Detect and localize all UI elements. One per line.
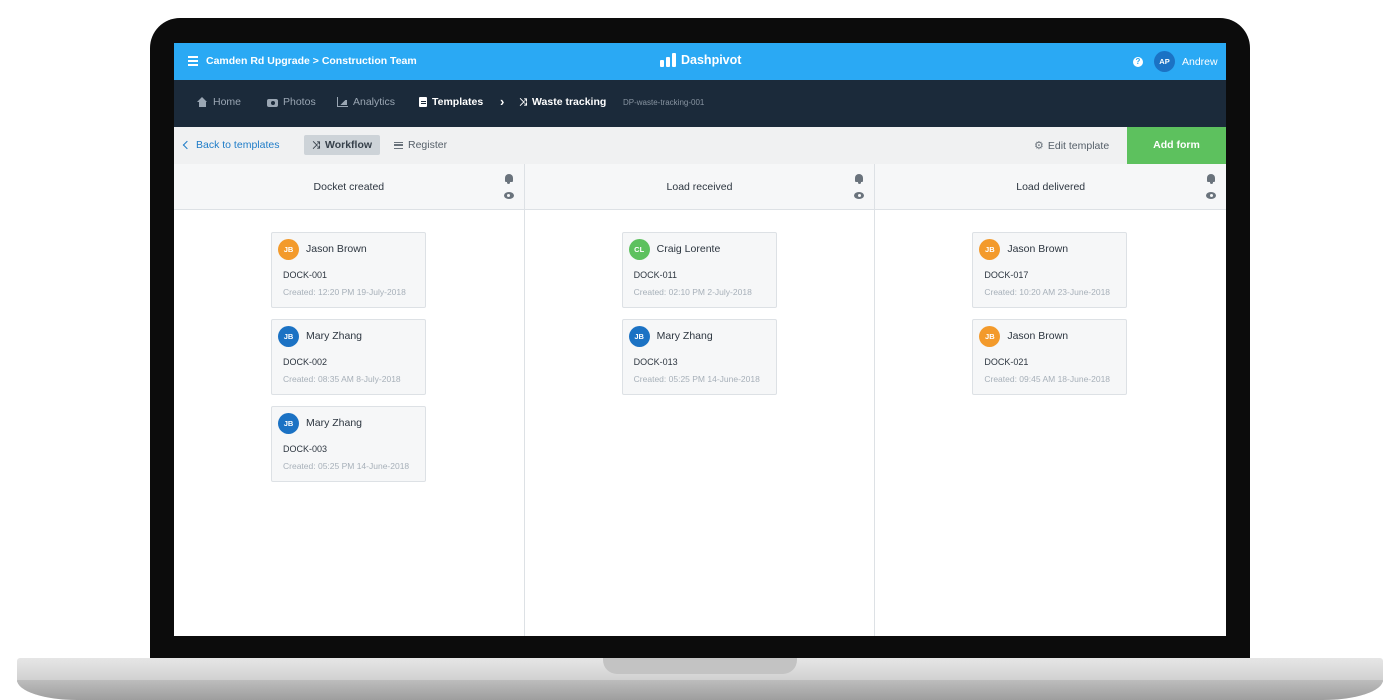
laptop-notch bbox=[603, 658, 797, 674]
docket-card[interactable]: JB Mary Zhang DOCK-003 Created: 05:25 PM 14… bbox=[271, 406, 426, 482]
back-link-label: Back to templates bbox=[196, 139, 280, 151]
template-id: DP-waste-tracking-001 bbox=[623, 98, 705, 107]
tab-label: Register bbox=[408, 139, 448, 151]
gear-icon: ⚙ bbox=[1034, 140, 1044, 152]
created-timestamp: Created: 10:20 AM 23-June-2018 bbox=[984, 287, 1111, 297]
document-icon bbox=[419, 97, 427, 107]
card-user-name: Jason Brown bbox=[306, 243, 367, 255]
project-title[interactable]: Camden Rd Upgrade > Construction Team bbox=[206, 55, 417, 67]
tab-label: Workflow bbox=[325, 139, 373, 151]
card-user-name: Mary Zhang bbox=[306, 417, 363, 429]
created-timestamp: Created: 05:25 PM 14-June-2018 bbox=[633, 374, 760, 384]
help-icon[interactable]: ? bbox=[1133, 57, 1143, 67]
top-bar: Camden Rd Upgrade > Construction Team Da… bbox=[174, 43, 1226, 80]
docket-id: DOCK-011 bbox=[633, 270, 678, 280]
docket-card[interactable]: JB Jason Brown DOCK-021 Created: 09:45 AM 1… bbox=[972, 319, 1128, 395]
eye-icon[interactable] bbox=[503, 192, 514, 199]
chevron-right-icon: › bbox=[500, 94, 505, 109]
avatar: JB bbox=[979, 239, 1001, 260]
card-user-name: Mary Zhang bbox=[656, 330, 713, 342]
docket-id: DOCK-021 bbox=[984, 357, 1029, 367]
add-form-button[interactable]: Add form bbox=[1127, 127, 1226, 164]
tab-register[interactable]: Register bbox=[394, 139, 447, 151]
shuffle-icon: ⤨ bbox=[312, 139, 320, 151]
brand-name: Dashpivot bbox=[681, 53, 742, 67]
docket-id: DOCK-002 bbox=[283, 357, 328, 367]
docket-card[interactable]: JB Jason Brown DOCK-017 Created: 10:20 AM 2… bbox=[972, 232, 1128, 308]
avatar: JB bbox=[979, 326, 1001, 347]
avatar: JB bbox=[628, 326, 650, 347]
toolbar: Back to templates ⤨ Workflow Register ⚙ … bbox=[174, 127, 1226, 164]
tab-workflow[interactable]: ⤨ Workflow bbox=[304, 135, 381, 155]
app-screen: Camden Rd Upgrade > Construction Team Da… bbox=[174, 43, 1226, 636]
bell-icon[interactable] bbox=[855, 174, 864, 184]
avatar: JB bbox=[278, 413, 299, 434]
avatar: JB bbox=[278, 239, 299, 260]
breadcrumb-separator: › bbox=[500, 94, 504, 109]
card-list: JB Jason Brown DOCK-001 Created: 12:20 PM 1… bbox=[271, 232, 426, 493]
card-user-name: Jason Brown bbox=[1007, 330, 1069, 342]
nav-item-label: Waste tracking bbox=[532, 96, 607, 108]
created-timestamp: Created: 08:35 AM 8-July-2018 bbox=[283, 374, 401, 384]
card-list: CL Craig Lorente DOCK-011 Created: 02:10 PM… bbox=[621, 232, 777, 406]
created-timestamp: Created: 05:25 PM 14-June-2018 bbox=[283, 461, 410, 471]
nav-item-home[interactable]: Home bbox=[197, 96, 241, 108]
column-header: Load received bbox=[524, 164, 875, 210]
docket-card[interactable]: JB Mary Zhang DOCK-013 Created: 05:25 PM 14… bbox=[621, 319, 777, 395]
avatar: CL bbox=[628, 239, 650, 260]
chevron-left-icon bbox=[182, 140, 192, 150]
menu-icon[interactable] bbox=[188, 56, 198, 66]
edit-template-label: Edit template bbox=[1047, 139, 1110, 152]
docket-id: DOCK-017 bbox=[984, 270, 1029, 280]
workflow-board: Docket created JB Jason Brown DOCK-001 Creat… bbox=[174, 164, 1226, 636]
nav-item-templates[interactable]: Templates bbox=[419, 96, 483, 108]
docket-id: DOCK-003 bbox=[283, 444, 328, 454]
docket-card[interactable]: JB Mary Zhang DOCK-002 Created: 08:35 AM 8-… bbox=[271, 319, 426, 395]
back-to-templates-link[interactable]: Back to templates bbox=[182, 139, 280, 151]
chart-icon bbox=[337, 97, 348, 107]
card-user-name: Craig Lorente bbox=[656, 243, 721, 255]
bell-icon[interactable] bbox=[1207, 174, 1216, 184]
laptop-base-bottom bbox=[17, 680, 1383, 700]
list-icon bbox=[394, 141, 403, 149]
card-user-name: Mary Zhang bbox=[306, 330, 363, 342]
card-user-name: Jason Brown bbox=[1007, 243, 1069, 255]
bell-icon[interactable] bbox=[504, 174, 513, 184]
nav-item-label: Photos bbox=[283, 96, 316, 108]
docket-id: DOCK-013 bbox=[633, 357, 678, 367]
avatar: JB bbox=[278, 326, 299, 347]
column-header: Docket created bbox=[174, 164, 524, 210]
nav-item-analytics[interactable]: Analytics bbox=[337, 96, 395, 108]
docket-id: DOCK-001 bbox=[283, 270, 328, 280]
column-title: Docket created bbox=[313, 181, 385, 193]
brand-logo: Dashpivot bbox=[660, 53, 741, 67]
eye-icon[interactable] bbox=[854, 192, 865, 199]
eye-icon[interactable] bbox=[1206, 192, 1217, 199]
workflow-column: Load delivered JB Jason Brown DOCK-017 Creat… bbox=[875, 164, 1226, 636]
nav-item-label: Templates bbox=[432, 96, 484, 108]
column-title: Load delivered bbox=[1016, 181, 1086, 193]
created-timestamp: Created: 09:45 AM 18-June-2018 bbox=[984, 374, 1111, 384]
shuffle-icon: ⤨ bbox=[519, 96, 527, 108]
docket-card[interactable]: JB Jason Brown DOCK-001 Created: 12:20 PM 1… bbox=[271, 232, 426, 308]
workflow-column: Load received CL Craig Lorente DOCK-011 Crea… bbox=[524, 164, 876, 636]
card-list: JB Jason Brown DOCK-017 Created: 10:20 AM 2… bbox=[972, 232, 1128, 406]
docket-card[interactable]: CL Craig Lorente DOCK-011 Created: 02:10 PM… bbox=[621, 232, 777, 308]
camera-icon bbox=[267, 99, 278, 107]
created-timestamp: Created: 12:20 PM 19-July-2018 bbox=[283, 287, 406, 297]
user-avatar[interactable]: AP bbox=[1154, 51, 1175, 72]
workflow-column: Docket created JB Jason Brown DOCK-001 Creat… bbox=[174, 164, 525, 636]
nav-item-photos[interactable]: Photos bbox=[267, 96, 316, 108]
column-title: Load received bbox=[666, 181, 733, 193]
bar-chart-icon bbox=[660, 53, 676, 67]
created-timestamp: Created: 02:10 PM 2-July-2018 bbox=[633, 287, 752, 297]
nav-item-label: Analytics bbox=[353, 96, 396, 108]
nav-item-label: Home bbox=[213, 96, 242, 108]
user-name[interactable]: Andrew bbox=[1182, 56, 1218, 68]
column-header: Load delivered bbox=[875, 164, 1226, 210]
nav-bar: Home Photos Analytics Templates › ⤨ Wast… bbox=[174, 80, 1226, 127]
nav-item-waste-tracking[interactable]: ⤨ Waste tracking bbox=[519, 96, 606, 108]
edit-template-button[interactable]: ⚙ Edit template bbox=[1034, 139, 1110, 153]
home-icon bbox=[197, 97, 208, 107]
